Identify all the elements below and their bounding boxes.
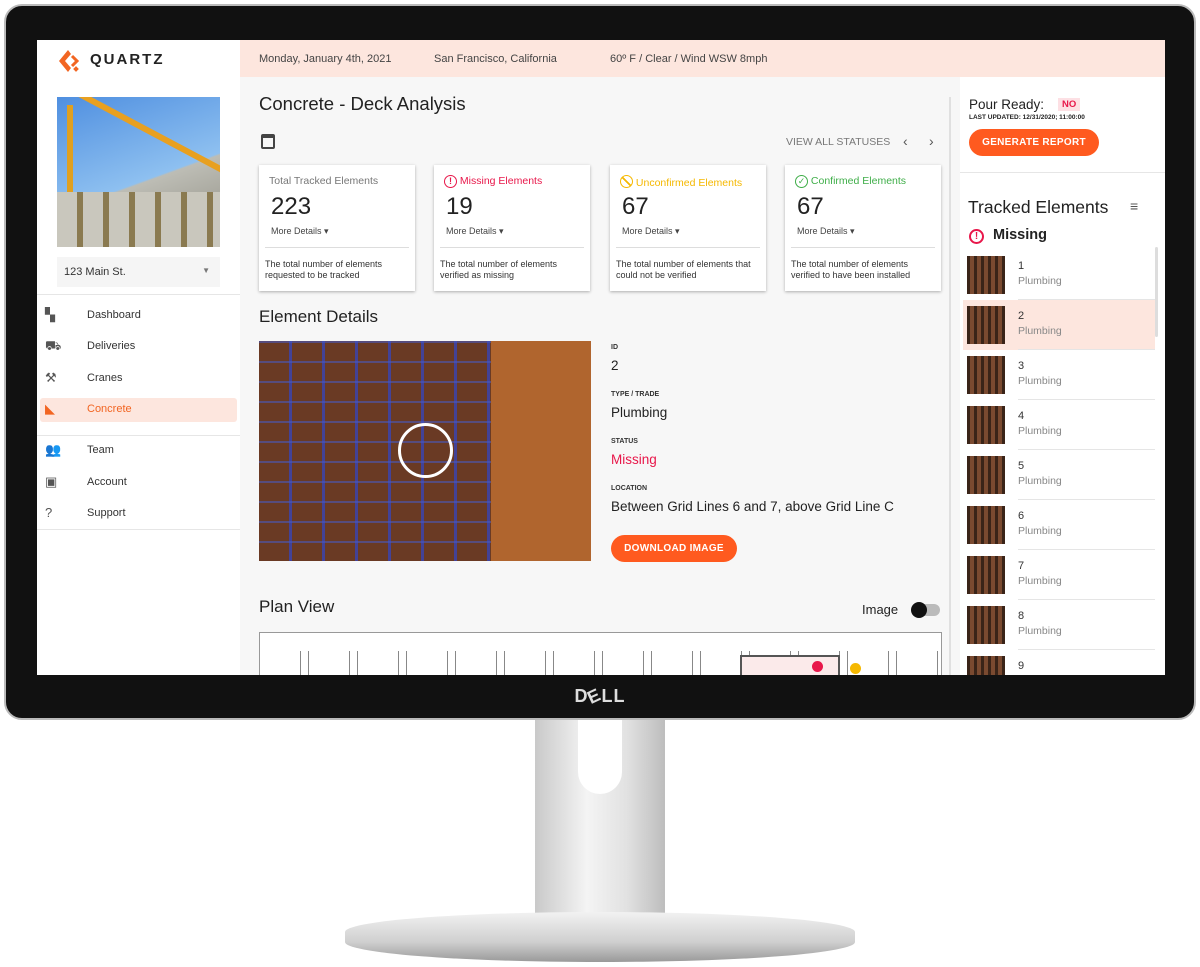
- more-details-toggle[interactable]: More Details ▾: [622, 226, 680, 237]
- sidebar-item-support[interactable]: ? Support: [40, 502, 237, 526]
- top-bar: Monday, January 4th, 2021 San Francisco,…: [240, 40, 1165, 77]
- view-all-statuses-link[interactable]: VIEW ALL STATUSES: [786, 136, 890, 148]
- tracked-elements-heading: Tracked Elements: [968, 197, 1109, 217]
- chevron-right-icon[interactable]: ›: [929, 133, 934, 149]
- element-location: Between Grid Lines 6 and 7, above Grid L…: [611, 499, 894, 514]
- quartz-logo-icon: [57, 48, 83, 74]
- sidebar-item-team[interactable]: 👥 Team: [40, 439, 237, 463]
- tracked-element-item[interactable]: 4 Plumbing: [963, 400, 1155, 450]
- right-panel: Pour Ready: NO LAST UPDATED: 12/31/2020;…: [960, 77, 1165, 675]
- chevron-down-icon: ▼: [202, 266, 210, 275]
- element-thumbnail: [967, 356, 1005, 394]
- location: San Francisco, California: [434, 53, 557, 65]
- date: Monday, January 4th, 2021: [259, 53, 392, 65]
- site-photo: [57, 97, 220, 247]
- generate-report-button[interactable]: GENERATE REPORT: [969, 129, 1099, 156]
- calendar-icon[interactable]: [261, 134, 275, 149]
- sidebar-item-deliveries[interactable]: ⛟ Deliveries: [40, 335, 237, 359]
- concrete-mixer-icon: ◣: [45, 401, 55, 416]
- more-details-toggle[interactable]: More Details ▾: [446, 226, 504, 237]
- more-details-toggle[interactable]: More Details ▾: [271, 226, 329, 237]
- brand-name: QUARTZ: [90, 51, 165, 68]
- image-toggle[interactable]: [911, 602, 940, 618]
- scrollbar[interactable]: [949, 97, 951, 675]
- element-thumbnail: [967, 556, 1005, 594]
- pour-ready-label: Pour Ready:: [969, 97, 1045, 112]
- screen: QUARTZ 123 Main St. ▼ ▚ Dashboard ⛟ Delive…: [37, 40, 1165, 675]
- element-thumbnail: [967, 456, 1005, 494]
- sidebar-item-dashboard[interactable]: ▚ Dashboard: [40, 304, 237, 328]
- tracked-element-item[interactable]: 1 Plumbing: [963, 250, 1155, 300]
- account-icon: ▣: [45, 474, 58, 489]
- element-thumbnail: [967, 506, 1005, 544]
- site-select-value: 123 Main St.: [64, 266, 126, 278]
- card-missing: ! Missing Elements 19 More Details ▾ The…: [434, 165, 590, 291]
- card-confirmed: ✓ Confirmed Elements 67 More Details ▾ T…: [785, 165, 941, 291]
- card-unconfirmed: Unconfirmed Elements 67 More Details ▾ T…: [610, 165, 766, 291]
- site-select[interactable]: 123 Main St. ▼: [57, 257, 220, 287]
- image-toggle-label: Image: [862, 602, 899, 617]
- element-marker-circle: [398, 423, 453, 478]
- chevron-left-icon[interactable]: ‹: [903, 133, 908, 149]
- list-scrollbar[interactable]: [1155, 247, 1158, 337]
- tracked-element-item[interactable]: 6 Plumbing: [963, 500, 1155, 550]
- truck-icon: ⛟: [45, 338, 62, 353]
- tracked-element-item[interactable]: 5 Plumbing: [963, 450, 1155, 500]
- team-icon: 👥: [45, 442, 62, 457]
- tracked-element-item[interactable]: 9Plumbing: [963, 650, 1155, 675]
- more-details-toggle[interactable]: More Details ▾: [797, 226, 855, 237]
- alert-circle-icon: !: [969, 229, 984, 244]
- element-details-heading: Element Details: [259, 307, 379, 326]
- element-id: 2: [611, 358, 619, 373]
- sidebar-item-account[interactable]: ▣ Account: [40, 471, 237, 495]
- element-type: Plumbing: [611, 405, 668, 420]
- dashboard-icon: ▚: [45, 307, 55, 322]
- element-photo: [259, 341, 591, 561]
- tracked-element-item[interactable]: 2 Plumbing: [963, 300, 1155, 350]
- element-thumbnail: [967, 406, 1005, 444]
- element-thumbnail: [967, 606, 1005, 644]
- element-thumbnail: [967, 256, 1005, 294]
- last-updated: LAST UPDATED: 12/31/2020; 11:00:00: [969, 114, 1085, 121]
- sidebar-item-cranes[interactable]: ⚒ Cranes: [40, 367, 237, 391]
- tracked-element-item[interactable]: 8 Plumbing: [963, 600, 1155, 650]
- dell-logo: DELL: [574, 684, 626, 708]
- weather: 60º F / Clear / Wind WSW 8mph: [610, 53, 768, 65]
- missing-group-label: Missing: [993, 227, 1047, 243]
- help-icon: ?: [45, 505, 53, 520]
- element-thumbnail: [967, 306, 1005, 344]
- monitor-base: [345, 912, 855, 962]
- plan-view-heading: Plan View: [259, 597, 335, 616]
- element-status: Missing: [611, 452, 657, 467]
- sidebar-item-concrete[interactable]: ◣ Concrete: [40, 398, 237, 422]
- pour-ready-badge: NO: [1058, 98, 1081, 111]
- check-circle-icon: ✓: [795, 175, 808, 188]
- plan-view-drawing: [259, 632, 942, 675]
- tracked-element-item[interactable]: 7 Plumbing: [963, 550, 1155, 600]
- alert-circle-icon: !: [444, 175, 457, 188]
- block-icon: [620, 175, 633, 188]
- crane-icon: ⚒: [45, 370, 57, 385]
- card-total: Total Tracked Elements 223 More Details …: [259, 165, 415, 291]
- tracked-element-item[interactable]: 3 Plumbing: [963, 350, 1155, 400]
- sidebar: QUARTZ 123 Main St. ▼ ▚ Dashboard ⛟ Delive…: [37, 40, 240, 675]
- filter-icon[interactable]: ≡: [1130, 198, 1138, 214]
- element-thumbnail: [967, 656, 1005, 675]
- page-title: Concrete - Deck Analysis: [259, 93, 466, 114]
- tracked-elements-list: 1 Plumbing 2 Plumbing 3 Plumbing 4 Plumbing 5 Plu…: [960, 250, 1160, 675]
- download-image-button[interactable]: DOWNLOAD IMAGE: [611, 535, 737, 562]
- stand-slot: [578, 720, 622, 794]
